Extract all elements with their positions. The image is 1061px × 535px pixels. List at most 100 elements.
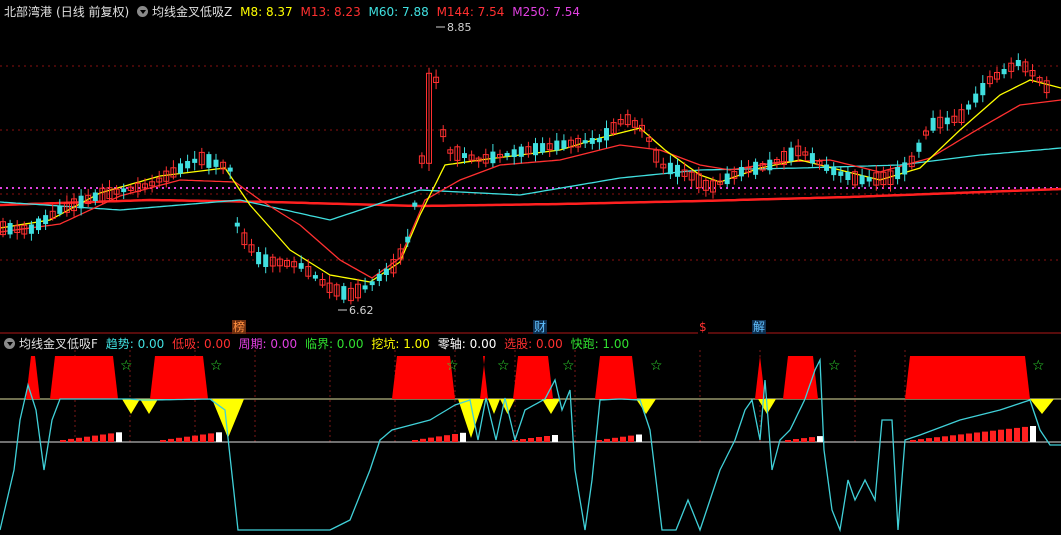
trend-bar	[92, 435, 98, 442]
trend-bar	[544, 436, 550, 442]
candle-body	[667, 162, 673, 175]
cycle-value: 周期: 0.00	[238, 337, 298, 351]
sub-indicator-name[interactable]: 均线金叉低吸F	[19, 337, 98, 351]
trend-bar	[612, 437, 618, 442]
ma144-line	[0, 187, 1061, 208]
candle-body	[36, 218, 41, 231]
high-price-label: 8.85	[447, 21, 472, 34]
candle-body	[78, 195, 84, 209]
candlesticks[interactable]	[0, 53, 1050, 305]
candle-body	[895, 167, 901, 180]
trend-bar	[990, 430, 996, 442]
dig-pit-signal	[636, 399, 656, 414]
dig-pit-value: 挖坑: 1.00	[371, 337, 430, 351]
zero-axis-value: 零轴: 0.00	[437, 337, 497, 351]
candle-body	[902, 162, 908, 175]
candle-body	[312, 275, 318, 279]
candle-body	[845, 172, 851, 180]
news-marker-unlock[interactable]: 解	[752, 320, 767, 334]
candle-body	[206, 154, 212, 168]
candle-body	[582, 140, 588, 144]
candle-body	[405, 236, 411, 243]
price-labels: 8.85 6.62	[338, 21, 472, 317]
star-signal-icon: ☆	[210, 358, 223, 374]
trend-bar	[192, 435, 198, 442]
trend-bar	[1022, 426, 1028, 442]
candle-body	[185, 161, 191, 169]
candle-body	[341, 286, 347, 300]
candle-body	[930, 117, 936, 131]
trend-bar	[536, 437, 542, 442]
trend-bar	[809, 437, 815, 442]
trend-bar	[444, 435, 450, 442]
news-marker-dollar[interactable]: $	[698, 320, 708, 334]
star-signal-icon: ☆	[497, 358, 510, 374]
ma13-value: M13: 8.23	[300, 5, 361, 19]
trend-bar	[974, 432, 980, 442]
candle-body	[944, 117, 950, 125]
low-buy-value: 低吸: 0.00	[172, 337, 231, 351]
candle-body	[859, 175, 865, 185]
candle-body	[92, 192, 98, 201]
trend-bar	[168, 438, 174, 442]
candle-body	[518, 146, 524, 157]
sub-indicator-panel[interactable]: ☆ ☆ ☆ ☆ ☆ ☆ ☆ ☆	[0, 356, 1061, 533]
period-label[interactable]: (日线 前复权)	[56, 5, 129, 19]
news-marker-finance[interactable]: 财	[533, 320, 548, 334]
trend-bar	[76, 437, 82, 442]
trend-bar	[176, 437, 182, 442]
trend-bar	[412, 440, 418, 442]
star-signal-icon: ☆	[1032, 358, 1045, 374]
trend-bar	[184, 436, 190, 442]
dig-pit-signal	[122, 399, 140, 414]
candle-body	[973, 93, 979, 103]
low-buy-signal-block	[595, 356, 637, 399]
main-chart-header: 北部湾港 (日线 前复权) 均线金叉低吸Z M8: 8.37 M13: 8.23 …	[4, 4, 584, 20]
candle-body	[57, 206, 63, 214]
trend-bar	[520, 439, 526, 442]
trend-bar	[60, 440, 66, 442]
trend-bar	[68, 438, 74, 442]
sub-indicator-menu-icon[interactable]	[4, 338, 15, 349]
trend-bar	[436, 436, 442, 442]
candle-body	[866, 177, 872, 182]
indicator-menu-icon[interactable]	[137, 6, 149, 17]
trend-bar	[596, 440, 602, 442]
candle-body	[966, 104, 972, 110]
trend-bar	[966, 433, 972, 442]
stock-chart[interactable]: ☆ ☆ ☆ ☆ ☆ ☆ ☆ ☆ 8.85 6.62	[0, 0, 1061, 535]
trend-bar	[958, 434, 964, 442]
candle-body	[256, 252, 262, 265]
trend-bar	[216, 432, 222, 442]
trend-bar	[160, 440, 166, 442]
trend-bar	[982, 431, 988, 442]
candle-body	[490, 151, 496, 164]
stock-name[interactable]: 北部湾港	[4, 5, 52, 19]
candle-body	[916, 142, 922, 152]
candle-body	[824, 164, 830, 171]
low-buy-signal-block	[905, 356, 1030, 399]
candle-body	[213, 159, 219, 167]
candle-body	[7, 223, 13, 235]
candle-body	[540, 143, 546, 153]
trend-bar	[785, 440, 791, 442]
trend-bar	[910, 440, 916, 442]
trend-bar	[100, 434, 106, 442]
candle-body	[178, 163, 183, 174]
trend-bar	[208, 433, 214, 442]
star-signal-icon: ☆	[562, 358, 575, 374]
trend-bar	[918, 439, 924, 442]
main-indicator-name[interactable]: 均线金叉低吸Z	[152, 5, 232, 19]
candle-body	[675, 164, 680, 177]
news-marker-bang[interactable]: 榜	[232, 320, 247, 334]
candle-body	[788, 147, 794, 162]
dig-pit-signal	[140, 399, 158, 414]
trend-bar	[950, 435, 956, 442]
low-buy-signal-block	[480, 356, 488, 399]
trend-bar	[452, 434, 458, 442]
candle-body	[383, 268, 389, 275]
candle-body	[838, 171, 844, 176]
candle-body	[753, 161, 759, 175]
trend-bar	[793, 439, 799, 442]
dig-pit-signal	[542, 399, 560, 414]
